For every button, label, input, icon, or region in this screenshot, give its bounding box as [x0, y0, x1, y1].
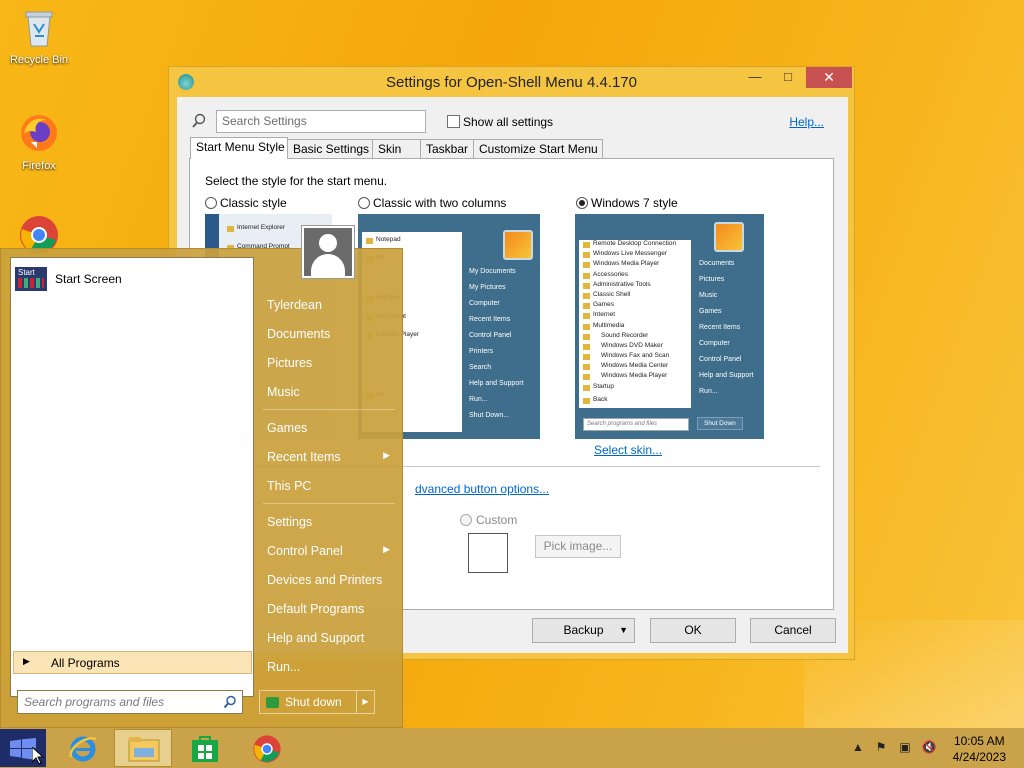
custom-button-radio[interactable]: Custom [460, 512, 517, 527]
desktop-icon-firefox[interactable]: Firefox [4, 112, 74, 172]
start-item-documents[interactable]: Documents [258, 321, 398, 347]
submenu-arrow-icon: ▶ [383, 544, 390, 554]
shutdown-icon [266, 697, 279, 708]
maximize-button[interactable]: □ [774, 69, 802, 89]
start-item-help-and-support[interactable]: Help and Support [258, 625, 398, 651]
desktop-icon-recycle-bin[interactable]: Recycle Bin [4, 6, 74, 66]
start-item-run[interactable]: Run... [258, 654, 398, 680]
recycle-bin-icon [25, 11, 53, 47]
chrome-icon [253, 735, 281, 763]
shutdown-button[interactable]: Shut down ▶ [259, 690, 375, 714]
two-columns-radio[interactable]: Classic with two columns [358, 195, 506, 210]
show-hidden-icons-chevron-icon[interactable]: ▲ [850, 740, 866, 756]
windows7-style-radio[interactable]: Windows 7 style [576, 195, 678, 210]
taskbar-clock[interactable]: 10:05 AM 4/24/2023 [953, 733, 1006, 765]
preview-avatar [714, 222, 744, 252]
tab-basic-settings[interactable]: Basic Settings [287, 139, 373, 158]
show-all-settings-checkbox[interactable]: Show all settings [447, 114, 553, 129]
start-item-pictures[interactable]: Pictures [258, 350, 398, 376]
minimize-button[interactable]: — [741, 69, 769, 89]
start-item-devices-and-printers[interactable]: Devices and Printers [258, 567, 398, 593]
taskbar-store[interactable] [176, 729, 234, 767]
taskbar-internet-explorer[interactable] [54, 729, 112, 767]
cancel-button[interactable]: Cancel [750, 618, 836, 643]
search-icon [223, 695, 236, 709]
select-skin-link[interactable]: Select skin... [594, 443, 662, 457]
mouse-cursor-icon [32, 747, 44, 765]
menu-separator [263, 409, 395, 410]
firefox-icon [21, 115, 57, 151]
classic-style-radio[interactable]: Classic style [205, 195, 287, 210]
checkbox-box[interactable] [447, 115, 460, 129]
network-icon[interactable]: ▣ [897, 740, 913, 756]
tab-customize-start-menu[interactable]: Customize Start Menu [473, 139, 603, 158]
title-bar[interactable]: Settings for Open-Shell Menu 4.4.170 — □… [169, 67, 854, 97]
close-button[interactable]: ✕ [806, 67, 852, 88]
user-icon [304, 228, 352, 276]
file-explorer-icon [128, 737, 160, 762]
panel-intro: Select the style for the start menu. [205, 174, 388, 188]
tab-start-menu-style[interactable]: Start Menu Style [190, 137, 288, 159]
menu-separator [263, 503, 395, 504]
shutdown-options-arrow-icon[interactable]: ▶ [356, 691, 374, 713]
search-settings-input[interactable]: Search Settings [216, 110, 426, 133]
store-icon [192, 736, 218, 762]
preview-avatar [503, 230, 533, 260]
start-item-control-panel[interactable]: Control Panel ▶ [258, 538, 398, 564]
tab-taskbar[interactable]: Taskbar [420, 139, 474, 158]
start-item-games[interactable]: Games [258, 415, 398, 441]
windows7-style-preview[interactable]: Remote Desktop Connection Windows Live M… [575, 214, 764, 439]
start-item-user[interactable]: Tylerdean [258, 292, 398, 318]
start-item-this-pc[interactable]: This PC [258, 473, 398, 499]
start-search-input[interactable]: Search programs and files [17, 690, 243, 714]
start-item-default-programs[interactable]: Default Programs [258, 596, 398, 622]
start-item-settings[interactable]: Settings [258, 509, 398, 535]
start-item-music[interactable]: Music [258, 379, 398, 405]
volume-muted-icon[interactable]: 🔇 [921, 740, 937, 756]
custom-image-preview [468, 533, 508, 573]
advanced-button-options-link[interactable]: dvanced button options... [415, 482, 549, 496]
user-avatar[interactable] [301, 225, 355, 279]
taskbar: ▲ ⚑ ▣ 🔇 10:05 AM 4/24/2023 [0, 728, 1024, 768]
tab-skin[interactable]: Skin [372, 139, 421, 158]
internet-explorer-icon [69, 736, 97, 762]
dropdown-arrow-icon: ▼ [619, 625, 628, 635]
ok-button[interactable]: OK [650, 618, 736, 643]
start-screen-tile-icon: Start [15, 267, 47, 291]
submenu-arrow-icon: ▶ [383, 450, 390, 460]
taskbar-chrome[interactable] [238, 729, 296, 767]
start-item-recent-items[interactable]: Recent Items ▶ [258, 444, 398, 470]
play-arrow-icon: ▶ [23, 656, 30, 666]
all-programs-button[interactable]: ▶ All Programs [13, 651, 252, 674]
help-link[interactable]: Help... [789, 115, 824, 129]
start-menu-programs-pane: Start Start Screen ▶ All Programs [10, 257, 254, 697]
action-center-flag-icon[interactable]: ⚑ [873, 740, 889, 756]
backup-button[interactable]: Backup ▼ [532, 618, 635, 643]
start-button[interactable] [0, 729, 46, 767]
start-menu: Start Start Screen ▶ All Programs Search… [0, 225, 403, 728]
taskbar-file-explorer[interactable] [114, 729, 172, 767]
search-icon [192, 113, 206, 128]
pick-image-button[interactable]: Pick image... [535, 535, 621, 558]
